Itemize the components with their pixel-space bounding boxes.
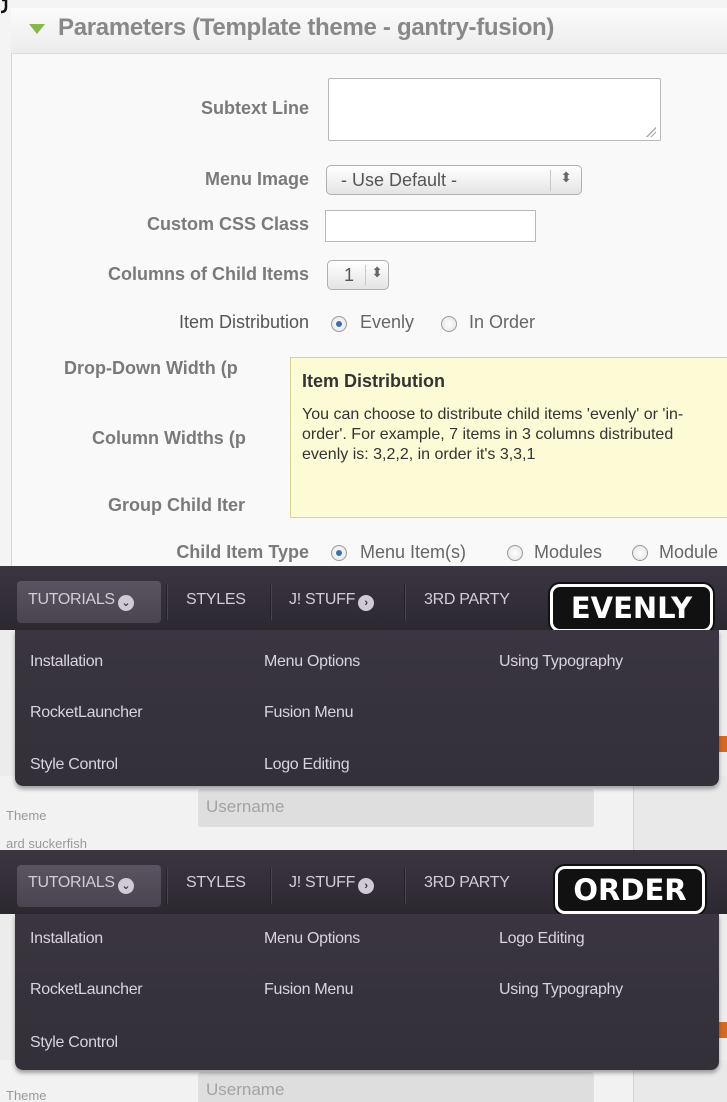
nav-bar: TUTORIALS ⌄ STYLES J! STUFF › 3RD PARTY EV… — [0, 566, 727, 632]
radio-menu-items-label[interactable]: Menu Item(s) — [360, 542, 466, 563]
radio-modules-label[interactable]: Modules — [534, 542, 602, 563]
nav-separator — [270, 584, 271, 620]
subtext-line-textarea[interactable] — [328, 78, 661, 141]
menu-item-rocketlauncher[interactable]: RocketLauncher — [30, 704, 143, 722]
menu-item-menu-options[interactable]: Menu Options — [264, 930, 360, 948]
username-field[interactable]: Username — [198, 789, 594, 827]
username-placeholder: Username — [206, 1080, 285, 1099]
username-field[interactable]: Username — [198, 1072, 594, 1102]
tooltip-title: Item Distribution — [302, 371, 445, 391]
nav-separator — [270, 868, 271, 904]
radio-menu-items[interactable] — [331, 545, 347, 561]
menu-image-label: Menu Image — [204, 169, 309, 189]
sidebar-text-theme: Theme — [6, 1088, 47, 1102]
menu-image-select[interactable]: - Use Default - ⬍ — [326, 165, 582, 195]
parameters-panel: Parameters (Template theme - gantry-fusi… — [0, 0, 727, 566]
nav-j-stuff[interactable]: J! STUFF › — [289, 874, 375, 894]
sidebar-text-suckerfish: ard suckerfish — [6, 836, 87, 850]
menu-item-menu-options[interactable]: Menu Options — [264, 653, 360, 671]
subtext-line-label: Subtext Line — [200, 98, 309, 118]
collapse-triangle-icon[interactable] — [29, 24, 45, 34]
nav-tutorials[interactable]: TUTORIALS ⌄ — [28, 591, 134, 611]
nav-styles[interactable]: STYLES — [186, 874, 246, 892]
column-widths-label: Column Widths (p — [92, 428, 246, 448]
evenly-dropdown-menu: Installation RocketLauncher Style Contro… — [15, 630, 719, 786]
columns-child-items-label: Columns of Child Items — [107, 264, 309, 284]
select-divider — [365, 265, 366, 286]
nav-tutorials-label: TUTORIALS — [28, 874, 115, 891]
evenly-menu-screenshot: Theme ard suckerfish Username TUTORIALS ⌄… — [0, 566, 727, 850]
nav-separator — [404, 868, 405, 904]
right-panel — [633, 776, 727, 850]
custom-css-class-label: Custom CSS Class — [146, 214, 309, 234]
dropdown-width-label: Drop-Down Width (p — [64, 358, 238, 378]
group-child-items-label: Group Child Iter — [108, 495, 245, 515]
menu-item-installation[interactable]: Installation — [30, 653, 103, 671]
menu-item-style-control[interactable]: Style Control — [30, 1034, 118, 1052]
menu-item-fusion-menu[interactable]: Fusion Menu — [264, 704, 354, 722]
nav-styles[interactable]: STYLES — [186, 591, 246, 609]
nav-separator — [166, 584, 167, 620]
menu-item-logo-editing[interactable]: Logo Editing — [264, 756, 350, 774]
chevron-down-icon: ⌄ — [117, 595, 134, 611]
nav-j-stuff-label: J! STUFF — [289, 591, 356, 608]
nav-separator — [404, 584, 405, 620]
nav-bar: TUTORIALS ⌄ STYLES J! STUFF › 3RD PARTY OR… — [0, 850, 727, 914]
menu-item-using-typography[interactable]: Using Typography — [499, 981, 623, 999]
radio-evenly-label[interactable]: Evenly — [360, 312, 414, 333]
orange-accent — [719, 736, 727, 752]
order-menu-screenshot: Theme Username TUTORIALS ⌄ STYLES J! STUF… — [0, 850, 727, 1102]
select-divider — [550, 170, 551, 191]
custom-css-class-input[interactable] — [325, 210, 536, 242]
chevron-right-icon: › — [358, 595, 375, 611]
sidebar-text-theme: Theme — [6, 808, 47, 823]
menu-item-installation[interactable]: Installation — [30, 930, 103, 948]
evenly-badge: EVENLY — [550, 584, 713, 632]
menu-image-value: - Use Default - — [341, 170, 458, 190]
tooltip-body: You can choose to distribute child items… — [302, 406, 684, 463]
radio-modules[interactable] — [507, 545, 523, 561]
chevron-right-icon: › — [358, 878, 375, 894]
order-badge: ORDER — [555, 866, 705, 914]
nav-j-stuff-label: J! STUFF — [289, 874, 356, 891]
radio-module-positions-label[interactable]: Module — [659, 542, 718, 563]
menu-item-logo-editing[interactable]: Logo Editing — [499, 930, 585, 948]
child-item-type-label: Child Item Type — [176, 542, 309, 562]
item-distribution-label: Item Distribution — [178, 312, 309, 332]
columns-value: 1 — [344, 265, 355, 285]
item-distribution-tooltip: Item Distribution You can choose to dist… — [290, 357, 727, 518]
select-arrows-icon: ⬍ — [560, 169, 572, 185]
resize-grip-icon[interactable] — [646, 127, 656, 137]
menu-item-fusion-menu[interactable]: Fusion Menu — [264, 981, 354, 999]
radio-evenly[interactable] — [331, 316, 347, 332]
chevron-down-icon: ⌄ — [117, 878, 134, 894]
nav-separator — [166, 868, 167, 904]
nav-tutorials[interactable]: TUTORIALS ⌄ — [28, 874, 134, 894]
menu-item-using-typography[interactable]: Using Typography — [499, 653, 623, 671]
radio-in-order[interactable] — [441, 316, 457, 332]
menu-item-style-control[interactable]: Style Control — [30, 756, 118, 774]
nav-j-stuff[interactable]: J! STUFF › — [289, 591, 375, 611]
nav-3rd-party[interactable]: 3RD PARTY — [424, 874, 510, 892]
nav-3rd-party[interactable]: 3RD PARTY — [424, 591, 510, 609]
menu-item-rocketlauncher[interactable]: RocketLauncher — [30, 981, 143, 999]
radio-in-order-label[interactable]: In Order — [469, 312, 535, 333]
orange-accent — [719, 1022, 727, 1038]
columns-child-items-select[interactable]: 1 ⬍ — [327, 260, 389, 290]
nav-tutorials-label: TUTORIALS — [28, 591, 115, 608]
select-arrows-icon: ⬍ — [371, 264, 383, 280]
order-dropdown-menu: Installation RocketLauncher Style Contro… — [15, 914, 719, 1070]
radio-module-positions[interactable] — [632, 545, 648, 561]
panel-title: Parameters (Template theme - gantry-fusi… — [58, 14, 555, 41]
username-placeholder: Username — [206, 797, 285, 816]
